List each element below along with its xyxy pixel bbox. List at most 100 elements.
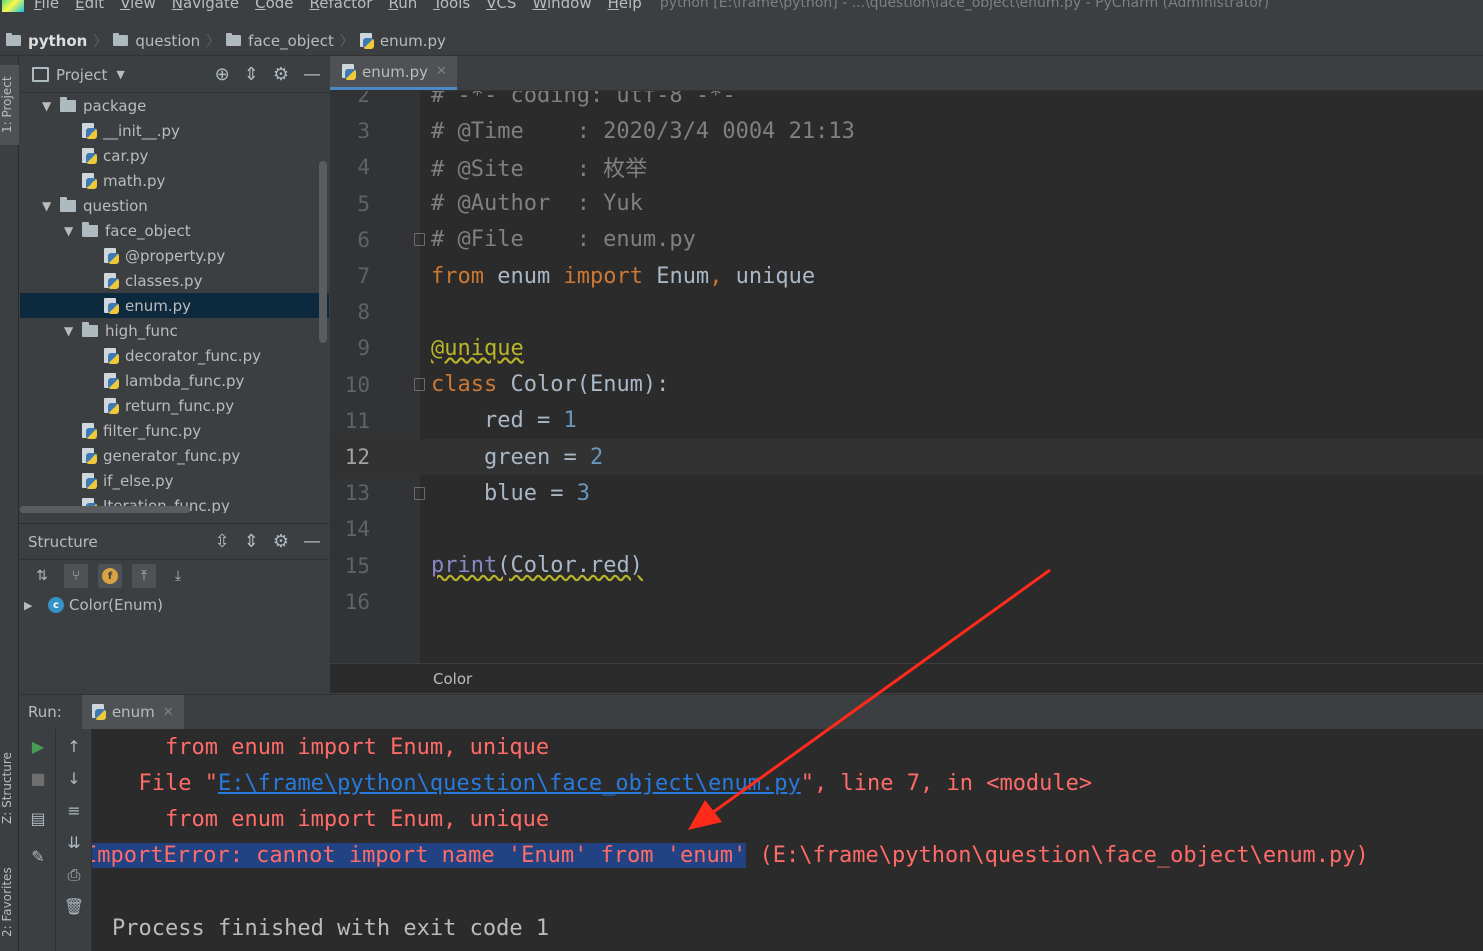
chevron-down-icon[interactable]: ▼ [42, 99, 60, 113]
file-link[interactable]: E:\frame\python\question\face_object\enu… [218, 771, 801, 796]
menu-help[interactable]: Help [608, 0, 642, 12]
tree-item[interactable]: ▼ package [20, 93, 329, 118]
code-line[interactable]: 8 [330, 294, 1483, 330]
menu-refactor[interactable]: Refactor [310, 0, 373, 12]
show-fields-button[interactable]: f [98, 564, 122, 588]
fold-marker-icon[interactable] [414, 233, 425, 247]
code-line[interactable]: 5 # @Author : Yuk [330, 186, 1483, 222]
arrow-up-icon[interactable]: ↑ [56, 737, 92, 756]
chevron-right-icon[interactable]: ▶ [24, 599, 48, 612]
menu-navigate[interactable]: Navigate [172, 0, 239, 12]
chevron-down-icon[interactable]: ▼ [64, 224, 82, 238]
chevron-down-icon[interactable]: ▼ [64, 324, 82, 338]
tree-item[interactable]: @property.py [20, 243, 329, 268]
code-line[interactable]: 7 from enum import Enum, unique [330, 258, 1483, 294]
code-line[interactable]: 10 class Color(Enum): [330, 367, 1483, 403]
breadcrumb-question[interactable]: question 〉 [107, 31, 220, 51]
tree-item[interactable]: math.py [20, 168, 329, 193]
tree-item[interactable]: car.py [20, 143, 329, 168]
close-icon[interactable]: ✕ [163, 705, 174, 720]
minimize-icon[interactable]: — [303, 531, 321, 552]
editor-tab-enum-py[interactable]: enum.py ✕ [330, 56, 457, 90]
python-file-icon [82, 147, 98, 165]
horizontal-scrollbar[interactable] [20, 506, 190, 513]
code-text: # @Author : Yuk [431, 191, 643, 217]
console-line: ImportError: cannot import name 'Enum' f… [92, 838, 1369, 874]
breadcrumb-python[interactable]: python 〉 [0, 31, 107, 51]
structure-tool-tab[interactable]: Z: Structure [0, 733, 19, 843]
code-line[interactable]: 6 # @File : enum.py [330, 222, 1483, 258]
python-file-icon [342, 63, 357, 80]
code-line[interactable]: 3 # @Time : 2020/3/4 0004 21:13 [330, 113, 1483, 149]
tree-item[interactable]: lambda_func.py [20, 368, 329, 393]
menu-file[interactable]: File [34, 0, 59, 12]
tree-item[interactable]: __init__.py [20, 118, 329, 143]
locate-icon[interactable]: ⊕ [215, 64, 230, 85]
code-line[interactable]: 11 red = 1 [330, 403, 1483, 439]
minimize-icon[interactable]: — [303, 64, 321, 85]
menu-edit[interactable]: Edit [75, 0, 104, 12]
soft-wrap-icon[interactable]: ≡ [56, 801, 92, 820]
fold-marker-icon[interactable] [414, 378, 425, 392]
arrow-down-icon[interactable]: ↓ [56, 769, 92, 788]
gear-icon[interactable]: ⚙ [273, 64, 289, 85]
menu-view[interactable]: View [120, 0, 156, 12]
stop-icon[interactable]: ■ [20, 769, 56, 788]
code-line[interactable]: 15 print(Color.red) [330, 548, 1483, 584]
code-line[interactable]: 12 green = 2 [330, 439, 1483, 475]
close-icon[interactable]: ✕ [436, 64, 447, 79]
menu-tools[interactable]: Tools [433, 0, 470, 12]
code-line[interactable]: 13 blue = 3 [330, 475, 1483, 511]
code-area[interactable]: 2 # -*- coding: utf-8 -*- 3 # @Time : 2020/… [330, 91, 1483, 663]
editor-breadcrumb-item[interactable]: Color [433, 670, 472, 688]
tree-item[interactable]: ▼ high_func [20, 318, 329, 343]
sort-alpha-icon[interactable]: ⇅ [30, 564, 54, 588]
scroll-to-end-icon[interactable]: ⇊ [56, 833, 92, 852]
trash-icon[interactable]: 🗑 [56, 897, 92, 916]
tree-item[interactable]: generator_func.py [20, 443, 329, 468]
menu-window[interactable]: Window [532, 0, 591, 12]
menu-vcs[interactable]: VCS [486, 0, 516, 12]
code-line[interactable]: 9 @unique [330, 330, 1483, 366]
tree-item-label: enum.py [125, 296, 192, 315]
pin-icon[interactable]: ✎ [20, 847, 56, 866]
autoscroll-to-source-icon[interactable]: ⤒ [132, 564, 156, 588]
run-tab-enum[interactable]: enum ✕ [81, 695, 184, 729]
menu-run[interactable]: Run [388, 0, 417, 12]
code-line[interactable]: 2 # -*- coding: utf-8 -*- [330, 91, 1483, 113]
structure-item-color[interactable]: ▶ c Color(Enum) [20, 592, 329, 618]
print-icon[interactable]: ⎙ [56, 865, 92, 885]
favorites-tool-tab[interactable]: 2: Favorites [0, 852, 19, 951]
tree-item[interactable]: classes.py [20, 268, 329, 293]
tree-item[interactable]: ▼ question [20, 193, 329, 218]
autoscroll-from-source-icon[interactable]: ⤓ [166, 564, 190, 588]
gear-icon[interactable]: ⚙ [273, 531, 289, 552]
code-line[interactable]: 14 [330, 511, 1483, 547]
collapse-all-icon[interactable]: ⇕ [244, 64, 259, 85]
tree-item[interactable]: ▼ face_object [20, 218, 329, 243]
editor-tab-label: enum.py [362, 62, 429, 81]
layout-icon[interactable]: ▤ [20, 809, 56, 828]
code-line[interactable]: 4 # @Site : 枚举 [330, 149, 1483, 185]
show-inherited-icon[interactable]: ⑂ [64, 564, 88, 588]
python-file-icon [82, 447, 98, 465]
collapse-all-icon[interactable]: ⇕ [244, 531, 259, 552]
project-panel-title[interactable]: Project [56, 66, 107, 84]
chevron-down-icon[interactable]: ▼ [116, 68, 124, 81]
tree-item[interactable]: if_else.py [20, 468, 329, 493]
expand-all-icon[interactable]: ⇳ [215, 531, 230, 552]
rerun-icon[interactable]: ▶ [20, 737, 56, 756]
chevron-down-icon[interactable]: ▼ [42, 199, 60, 213]
tree-item[interactable]: filter_func.py [20, 418, 329, 443]
tree-item[interactable]: enum.py [20, 293, 329, 318]
breadcrumb-face-object[interactable]: face_object 〉 [220, 31, 354, 51]
vertical-scrollbar[interactable] [319, 161, 327, 343]
tree-item[interactable]: return_func.py [20, 393, 329, 418]
project-tool-tab[interactable]: 1: Project [0, 65, 19, 145]
breadcrumb-enum-py[interactable]: enum.py [354, 32, 446, 50]
code-line[interactable]: 16 [330, 584, 1483, 620]
menu-code[interactable]: Code [255, 0, 293, 12]
fold-marker-icon[interactable] [414, 486, 425, 500]
run-console-output[interactable]: from enum import Enum, unique File " E:\f… [92, 729, 1483, 951]
tree-item[interactable]: decorator_func.py [20, 343, 329, 368]
